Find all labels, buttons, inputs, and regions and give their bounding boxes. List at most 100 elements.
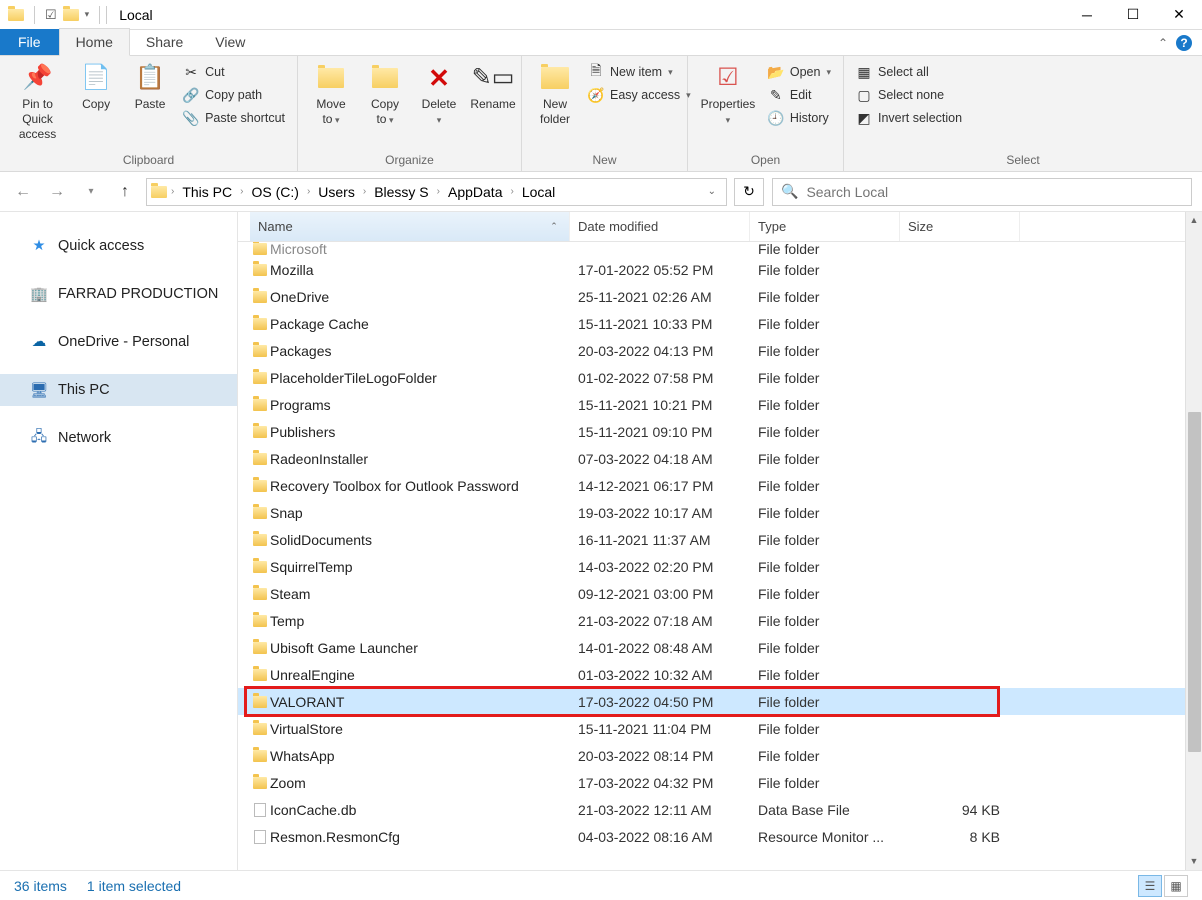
chevron-right-icon[interactable]: › [305, 186, 312, 197]
breadcrumb[interactable]: This PC [178, 184, 236, 200]
up-button[interactable]: ↑ [112, 179, 138, 205]
home-tab[interactable]: Home [59, 28, 130, 56]
collapse-ribbon-icon[interactable]: ⌃ [1158, 36, 1168, 50]
forward-button[interactable]: → [44, 179, 70, 205]
help-icon[interactable]: ? [1176, 35, 1192, 51]
file-date: 17-03-2022 04:50 PM [570, 694, 750, 710]
minimize-button[interactable]: ─ [1064, 0, 1110, 30]
cut-button[interactable]: ✂Cut [177, 62, 291, 82]
nav-quick-access[interactable]: ★ Quick access [0, 230, 237, 262]
file-row[interactable]: Resmon.ResmonCfg04-03-2022 08:16 AMResou… [238, 823, 1202, 850]
address-dropdown-icon[interactable]: ⌄ [702, 186, 722, 197]
file-type: File folder [750, 343, 900, 359]
edit-button[interactable]: ✎Edit [762, 85, 837, 105]
chevron-right-icon[interactable]: › [508, 186, 515, 197]
file-row[interactable]: Programs15-11-2021 10:21 PMFile folder [238, 391, 1202, 418]
breadcrumb[interactable]: Local [518, 184, 559, 200]
search-box[interactable]: 🔍 [772, 178, 1192, 206]
file-row[interactable]: SquirrelTemp14-03-2022 02:20 PMFile fold… [238, 553, 1202, 580]
view-tab[interactable]: View [199, 29, 261, 55]
file-row[interactable]: VALORANT17-03-2022 04:50 PMFile folder [238, 688, 1202, 715]
file-date: 04-03-2022 08:16 AM [570, 829, 750, 845]
scroll-down-icon[interactable]: ▼ [1186, 853, 1202, 870]
file-row[interactable]: Ubisoft Game Launcher14-01-2022 08:48 AM… [238, 634, 1202, 661]
organize-group-label: Organize [298, 151, 521, 171]
chevron-right-icon[interactable]: › [169, 186, 176, 197]
breadcrumb[interactable]: Users [314, 184, 359, 200]
file-row[interactable]: Publishers15-11-2021 09:10 PMFile folder [238, 418, 1202, 445]
file-row[interactable]: Snap19-03-2022 10:17 AMFile folder [238, 499, 1202, 526]
pin-to-quick-access-button[interactable]: 📌 Pin to Quick access [6, 60, 69, 142]
open-button[interactable]: 📂Open [762, 62, 837, 82]
column-name[interactable]: Name ⌃ [250, 212, 570, 241]
chevron-right-icon[interactable]: › [361, 186, 368, 197]
copy-path-button[interactable]: 🔗Copy path [177, 85, 291, 105]
file-row[interactable]: Packages20-03-2022 04:13 PMFile folder [238, 337, 1202, 364]
file-row[interactable]: UnrealEngine01-03-2022 10:32 AMFile fold… [238, 661, 1202, 688]
file-row[interactable]: Steam09-12-2021 03:00 PMFile folder [238, 580, 1202, 607]
qat-checkbox-icon[interactable]: ☑ [45, 7, 57, 23]
breadcrumb[interactable]: OS (C:) [247, 184, 302, 200]
easy-access-button[interactable]: 🧭Easy access [582, 85, 697, 105]
history-button[interactable]: 🕘History [762, 108, 837, 128]
nav-onedrive[interactable]: ☁ OneDrive - Personal [0, 326, 237, 358]
column-type[interactable]: Type [750, 212, 900, 241]
file-row[interactable]: RadeonInstaller07-03-2022 04:18 AMFile f… [238, 445, 1202, 472]
properties-button[interactable]: ☑ Properties [694, 60, 762, 127]
address-bar[interactable]: › This PC › OS (C:) › Users › Blessy S ›… [146, 178, 727, 206]
file-row[interactable]: Mozilla17-01-2022 05:52 PMFile folder [238, 256, 1202, 283]
nav-network[interactable]: 🖧 Network [0, 422, 237, 454]
file-row[interactable]: SolidDocuments16-11-2021 11:37 AMFile fo… [238, 526, 1202, 553]
chevron-right-icon[interactable]: › [238, 186, 245, 197]
file-row[interactable]: OneDrive25-11-2021 02:26 AMFile folder [238, 283, 1202, 310]
back-button[interactable]: ← [10, 179, 36, 205]
qat-folder-icon[interactable] [63, 9, 79, 21]
paste-shortcut-button[interactable]: 📎Paste shortcut [177, 108, 291, 128]
nav-farrad[interactable]: 🏢 FARRAD PRODUCTION [0, 278, 237, 310]
refresh-button[interactable]: ↻ [734, 178, 764, 206]
rename-button[interactable]: ✎▭ Rename [466, 60, 520, 112]
delete-button[interactable]: ✕ Delete [412, 60, 466, 127]
copy-to-button[interactable]: Copy to [358, 60, 412, 127]
close-button[interactable]: ✕ [1156, 0, 1202, 30]
file-row[interactable]: VirtualStore15-11-2021 11:04 PMFile fold… [238, 715, 1202, 742]
file-type: File folder [750, 640, 900, 656]
file-row[interactable]: Recovery Toolbox for Outlook Password14-… [238, 472, 1202, 499]
new-folder-button[interactable]: New folder [528, 60, 582, 127]
file-row[interactable]: Temp21-03-2022 07:18 AMFile folder [238, 607, 1202, 634]
vertical-scrollbar[interactable]: ▲ ▼ [1185, 212, 1202, 870]
nav-this-pc[interactable]: 🖥 This PC [0, 374, 237, 406]
file-type: File folder [750, 613, 900, 629]
recent-locations-button[interactable]: ▾ [78, 179, 104, 205]
breadcrumb[interactable]: Blessy S [370, 184, 432, 200]
file-row[interactable]: IconCache.db21-03-2022 12:11 AMData Base… [238, 796, 1202, 823]
select-none-button[interactable]: ▢Select none [850, 85, 968, 105]
file-tab[interactable]: File [0, 29, 59, 55]
move-to-button[interactable]: Move to [304, 60, 358, 127]
file-row[interactable]: WhatsApp20-03-2022 08:14 PMFile folder [238, 742, 1202, 769]
column-date[interactable]: Date modified [570, 212, 750, 241]
paste-button[interactable]: 📋 Paste [123, 60, 177, 112]
select-all-button[interactable]: ▦Select all [850, 62, 968, 82]
folder-icon [253, 669, 267, 681]
invert-selection-button[interactable]: ◩Invert selection [850, 108, 968, 128]
breadcrumb[interactable]: AppData [444, 184, 506, 200]
file-row[interactable]: Zoom17-03-2022 04:32 PMFile folder [238, 769, 1202, 796]
search-input[interactable] [806, 184, 1183, 200]
scroll-thumb[interactable] [1188, 412, 1201, 752]
new-item-icon: 🗎 [588, 64, 604, 80]
qat-dropdown-icon[interactable]: ▾ [85, 9, 90, 20]
scroll-up-icon[interactable]: ▲ [1186, 212, 1202, 229]
file-row[interactable]: PlaceholderTileLogoFolder01-02-2022 07:5… [238, 364, 1202, 391]
file-row[interactable]: Package Cache15-11-2021 10:33 PMFile fol… [238, 310, 1202, 337]
copy-button[interactable]: 📄 Copy [69, 60, 123, 112]
share-tab[interactable]: Share [130, 29, 199, 55]
details-view-button[interactable]: ☰ [1138, 875, 1162, 897]
icons-view-button[interactable]: ▦ [1164, 875, 1188, 897]
column-size[interactable]: Size [900, 212, 1020, 241]
file-name: VirtualStore [270, 721, 570, 737]
chevron-right-icon[interactable]: › [435, 186, 442, 197]
clipboard-group-label: Clipboard [0, 151, 297, 171]
new-item-button[interactable]: 🗎New item [582, 62, 697, 82]
maximize-button[interactable]: ☐ [1110, 0, 1156, 30]
